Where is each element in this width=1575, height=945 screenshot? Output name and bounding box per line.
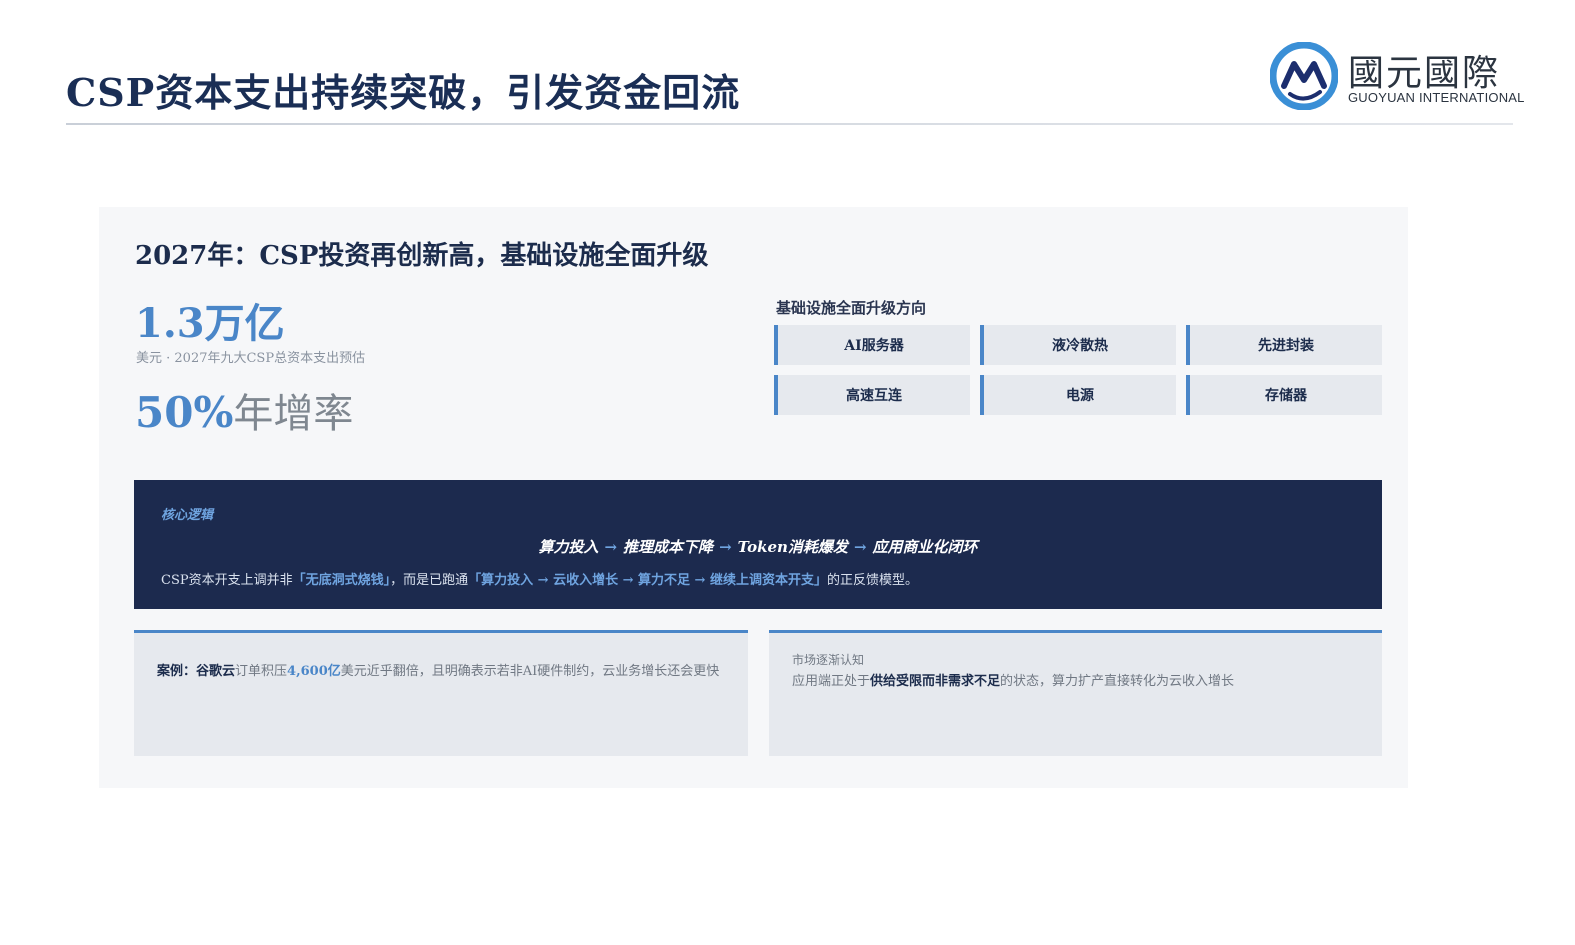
company-logo: 國元國際 GUOYUAN INTERNATIONAL bbox=[1270, 42, 1524, 112]
upgrade-item: AI服务器 bbox=[774, 325, 970, 365]
arrow-right-icon: → bbox=[604, 538, 618, 556]
guoyuan-logo-icon bbox=[1270, 42, 1338, 110]
case-label: 案例：谷歌云 bbox=[157, 664, 236, 679]
upgrade-grid: AI服务器 液冷散热 先进封装 高速互连 电源 存储器 bbox=[774, 325, 1382, 415]
upgrade-item: 存储器 bbox=[1186, 375, 1382, 415]
case-body: 美元近乎翻倍，且明确表示若非AI硬件制约，云业务增长还会更快 bbox=[340, 664, 720, 679]
upgrade-item: 电源 bbox=[980, 375, 1176, 415]
chain-step: 算力投入 bbox=[538, 538, 599, 556]
title-divider bbox=[66, 123, 1513, 125]
growth-metric: 50%年增率 bbox=[135, 381, 353, 439]
content-card: 2027年：CSP投资再创新高，基础设施全面升级 1.3万亿 美元 · 2027… bbox=[99, 207, 1408, 788]
market-panel: 市场逐渐认知 应用端正处于供给受限而非需求不足的状态，算力扩产直接转化为云收入增… bbox=[769, 630, 1382, 756]
core-logic-label: 核心逻辑 bbox=[161, 508, 214, 523]
logic-highlight: 「算力投入 → 云收入增长 → 算力不足 → 继续上调资本开支」 bbox=[468, 573, 827, 588]
card-title: 2027年：CSP投资再创新高，基础设施全面升级 bbox=[135, 241, 709, 271]
core-logic-panel: 核心逻辑 算力投入 → 推理成本下降 → Token消耗爆发 → 应用商业化闭环 CSP资本… bbox=[134, 480, 1382, 609]
logic-text: ，而是已跑通 bbox=[390, 573, 469, 588]
case-number: 4,600亿 bbox=[287, 664, 341, 679]
chain-step: 推理成本下降 bbox=[623, 538, 714, 556]
case-body: 订单积压 bbox=[235, 664, 288, 679]
upgrade-section-title: 基础设施全面升级方向 bbox=[776, 299, 927, 317]
growth-value: 50% bbox=[135, 388, 234, 437]
upgrade-item: 液冷散热 bbox=[980, 325, 1176, 365]
page-title: CSP资本支出持续突破，引发资金回流 bbox=[66, 70, 741, 115]
arrow-right-icon: → bbox=[853, 538, 867, 556]
market-emphasis: 供给受限而非需求不足 bbox=[870, 674, 1001, 689]
capex-metric-caption: 美元 · 2027年九大CSP总资本支出预估 bbox=[136, 351, 366, 366]
upgrade-item: 高速互连 bbox=[774, 375, 970, 415]
case-panel: 案例：谷歌云订单积压4,600亿美元近乎翻倍，且明确表示若非AI硬件制约，云业务… bbox=[134, 630, 748, 756]
core-logic-description: CSP资本开支上调并非「无底洞式烧钱」，而是已跑通「算力投入 → 云收入增长 →… bbox=[161, 569, 918, 588]
logic-text: 的正反馈模型。 bbox=[826, 573, 918, 588]
capex-metric-value: 1.3万亿 bbox=[135, 300, 285, 347]
growth-label: 年增率 bbox=[233, 391, 354, 437]
logic-highlight: 「无底洞式烧钱」 bbox=[292, 573, 391, 588]
upgrade-item: 先进封装 bbox=[1186, 325, 1382, 365]
arrow-right-icon: → bbox=[719, 538, 732, 556]
core-logic-chain: 算力投入 → 推理成本下降 → Token消耗爆发 → 应用商业化闭环 bbox=[134, 536, 1382, 557]
market-body: 的状态，算力扩产直接转化为云收入增长 bbox=[1000, 674, 1235, 689]
market-label: 市场逐渐认知 bbox=[792, 653, 865, 667]
chain-step: 应用商业化闭环 bbox=[872, 538, 978, 556]
logic-text: CSP资本开支上调并非 bbox=[161, 573, 293, 588]
market-body: 应用端正处于 bbox=[792, 674, 871, 689]
case-text: 案例：谷歌云订单积压4,600亿美元近乎翻倍，且明确表示若非AI硬件制约，云业务… bbox=[157, 661, 727, 683]
chain-step: Token消耗爆发 bbox=[737, 538, 848, 556]
logo-english-text: GUOYUAN INTERNATIONAL bbox=[1348, 90, 1525, 105]
market-text: 应用端正处于供给受限而非需求不足的状态，算力扩产直接转化为云收入增长 bbox=[792, 670, 1234, 689]
logo-chinese-text: 國元國際 bbox=[1348, 53, 1501, 94]
